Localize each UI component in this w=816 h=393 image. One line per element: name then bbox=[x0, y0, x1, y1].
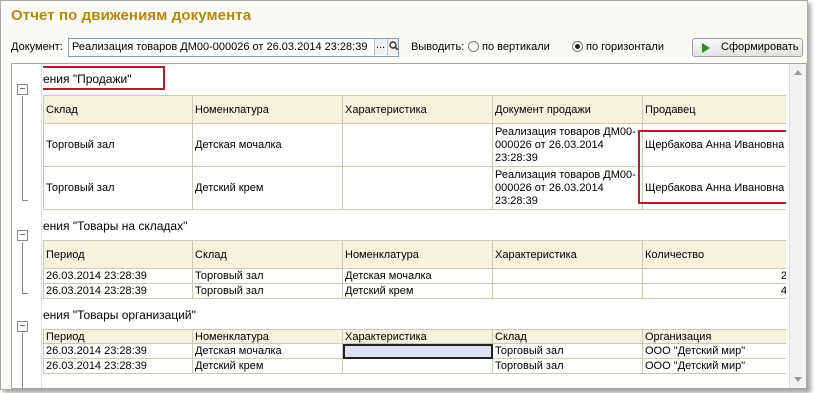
window-title: Отчет по движениям документа bbox=[11, 7, 252, 24]
cell[interactable]: 2 bbox=[642, 268, 786, 284]
cell[interactable]: ООО "Детский мир" bbox=[642, 343, 786, 359]
cell[interactable]: Торговый зал bbox=[43, 123, 193, 167]
cell[interactable] bbox=[492, 283, 643, 299]
group-line-end bbox=[22, 293, 28, 294]
sales-header: Документ продажи bbox=[492, 95, 643, 124]
report-sheet: ения "Продажи" Склад Номенклатура Характ… bbox=[43, 64, 786, 388]
stock-header: Период bbox=[43, 240, 193, 269]
radio-horizontal[interactable] bbox=[572, 41, 583, 52]
sales-header: Продавец bbox=[642, 95, 786, 124]
group-line bbox=[22, 96, 23, 200]
report-window: Отчет по движениям документа Документ: Р… bbox=[0, 0, 808, 390]
cell[interactable]: Реализация товаров ДМ00-000026 от 26.03.… bbox=[492, 166, 643, 210]
cell[interactable] bbox=[342, 358, 493, 374]
cell[interactable]: Детская мочалка bbox=[342, 268, 493, 284]
cell[interactable]: 26.03.2014 23:28:39 bbox=[43, 283, 193, 299]
stock-header: Количество bbox=[642, 240, 786, 269]
org-header: Склад bbox=[492, 329, 643, 344]
cell[interactable]: Торговый зал bbox=[192, 268, 343, 284]
cell[interactable]: Торговый зал bbox=[492, 343, 643, 359]
section-title-org: ения "Товары организаций" bbox=[43, 308, 196, 322]
toolbar: Документ: Реализация товаров ДМ00-000026… bbox=[11, 38, 803, 58]
cell[interactable]: Торговый зал bbox=[492, 358, 643, 374]
scroll-up-icon[interactable] bbox=[794, 70, 802, 75]
search-icon bbox=[389, 41, 399, 51]
vertical-scrollbar[interactable] bbox=[789, 64, 806, 388]
highlight-seller-column bbox=[638, 130, 786, 204]
group-line bbox=[22, 333, 23, 388]
document-label: Документ: bbox=[11, 41, 63, 53]
cell[interactable]: Торговый зал bbox=[43, 166, 193, 210]
cell[interactable] bbox=[342, 166, 493, 210]
cell[interactable]: Реализация товаров ДМ00-000026 от 26.03.… bbox=[492, 123, 643, 167]
selected-cell[interactable] bbox=[342, 343, 493, 359]
output-label: Выводить: bbox=[411, 41, 465, 53]
org-header: Номенклатура bbox=[192, 329, 343, 344]
table-row: 26.03.2014 23:28:39 Торговый зал Детская… bbox=[43, 268, 786, 284]
cell[interactable] bbox=[342, 123, 493, 167]
document-field-value: Реализация товаров ДМ00-000026 от 26.03.… bbox=[72, 41, 368, 53]
sales-header: Характеристика bbox=[342, 95, 493, 124]
group-line-end bbox=[22, 200, 28, 201]
cell[interactable]: 26.03.2014 23:28:39 bbox=[43, 358, 193, 374]
stock-header: Характеристика bbox=[492, 240, 643, 269]
select-document-button[interactable]: ... bbox=[374, 39, 386, 55]
cell[interactable]: 26.03.2014 23:28:39 bbox=[43, 268, 193, 284]
cell[interactable]: Детская мочалка bbox=[192, 123, 343, 167]
generate-button[interactable]: Сформировать bbox=[692, 38, 803, 57]
cell[interactable]: Детский крем bbox=[192, 166, 343, 210]
collapse-org-button[interactable]: − bbox=[17, 321, 28, 332]
highlight-sales-title bbox=[43, 66, 165, 90]
org-header: Характеристика bbox=[342, 329, 493, 344]
section-title-stock: ения "Товары на складах" bbox=[43, 219, 188, 233]
cell[interactable]: Торговый зал bbox=[192, 283, 343, 299]
cell[interactable]: Детский крем bbox=[192, 358, 343, 374]
cell[interactable]: ООО "Детский мир" bbox=[642, 358, 786, 374]
org-header: Период bbox=[43, 329, 193, 344]
radio-horizontal-label[interactable]: по горизонтали bbox=[586, 41, 664, 53]
radio-vertical[interactable] bbox=[468, 41, 479, 52]
cell[interactable]: 4 bbox=[642, 283, 786, 299]
group-line bbox=[22, 242, 23, 293]
table-row: 26.03.2014 23:28:39 Детская мочалка Торг… bbox=[43, 343, 786, 359]
open-document-button[interactable] bbox=[387, 39, 399, 55]
cell[interactable] bbox=[492, 268, 643, 284]
sales-header: Номенклатура bbox=[192, 95, 343, 124]
play-icon bbox=[702, 43, 710, 53]
stock-table: Период Склад Номенклатура Характеристика… bbox=[43, 240, 786, 299]
collapse-stock-button[interactable]: − bbox=[17, 230, 28, 241]
grouping-gutter: − − − bbox=[12, 64, 42, 388]
radio-vertical-label[interactable]: по вертикали bbox=[482, 41, 550, 53]
stock-header: Номенклатура bbox=[342, 240, 493, 269]
table-row: 26.03.2014 23:28:39 Детский крем Торговы… bbox=[43, 358, 786, 374]
org-header: Организация bbox=[642, 329, 786, 344]
report-area[interactable]: − − − ения "Продажи" Склад Номенклатура … bbox=[11, 63, 807, 389]
collapse-sales-button[interactable]: − bbox=[17, 84, 28, 95]
scroll-down-icon[interactable] bbox=[794, 377, 802, 382]
org-table: Период Номенклатура Характеристика Склад… bbox=[43, 329, 786, 374]
cell[interactable]: 26.03.2014 23:28:39 bbox=[43, 343, 193, 359]
table-row: 26.03.2014 23:28:39 Торговый зал Детский… bbox=[43, 283, 786, 299]
sales-header: Склад bbox=[43, 95, 193, 124]
cell[interactable]: Детская мочалка bbox=[192, 343, 343, 359]
document-field[interactable]: Реализация товаров ДМ00-000026 от 26.03.… bbox=[68, 38, 399, 57]
stock-header: Склад bbox=[192, 240, 343, 269]
cell[interactable]: Детский крем bbox=[342, 283, 493, 299]
generate-button-label: Сформировать bbox=[721, 41, 799, 53]
